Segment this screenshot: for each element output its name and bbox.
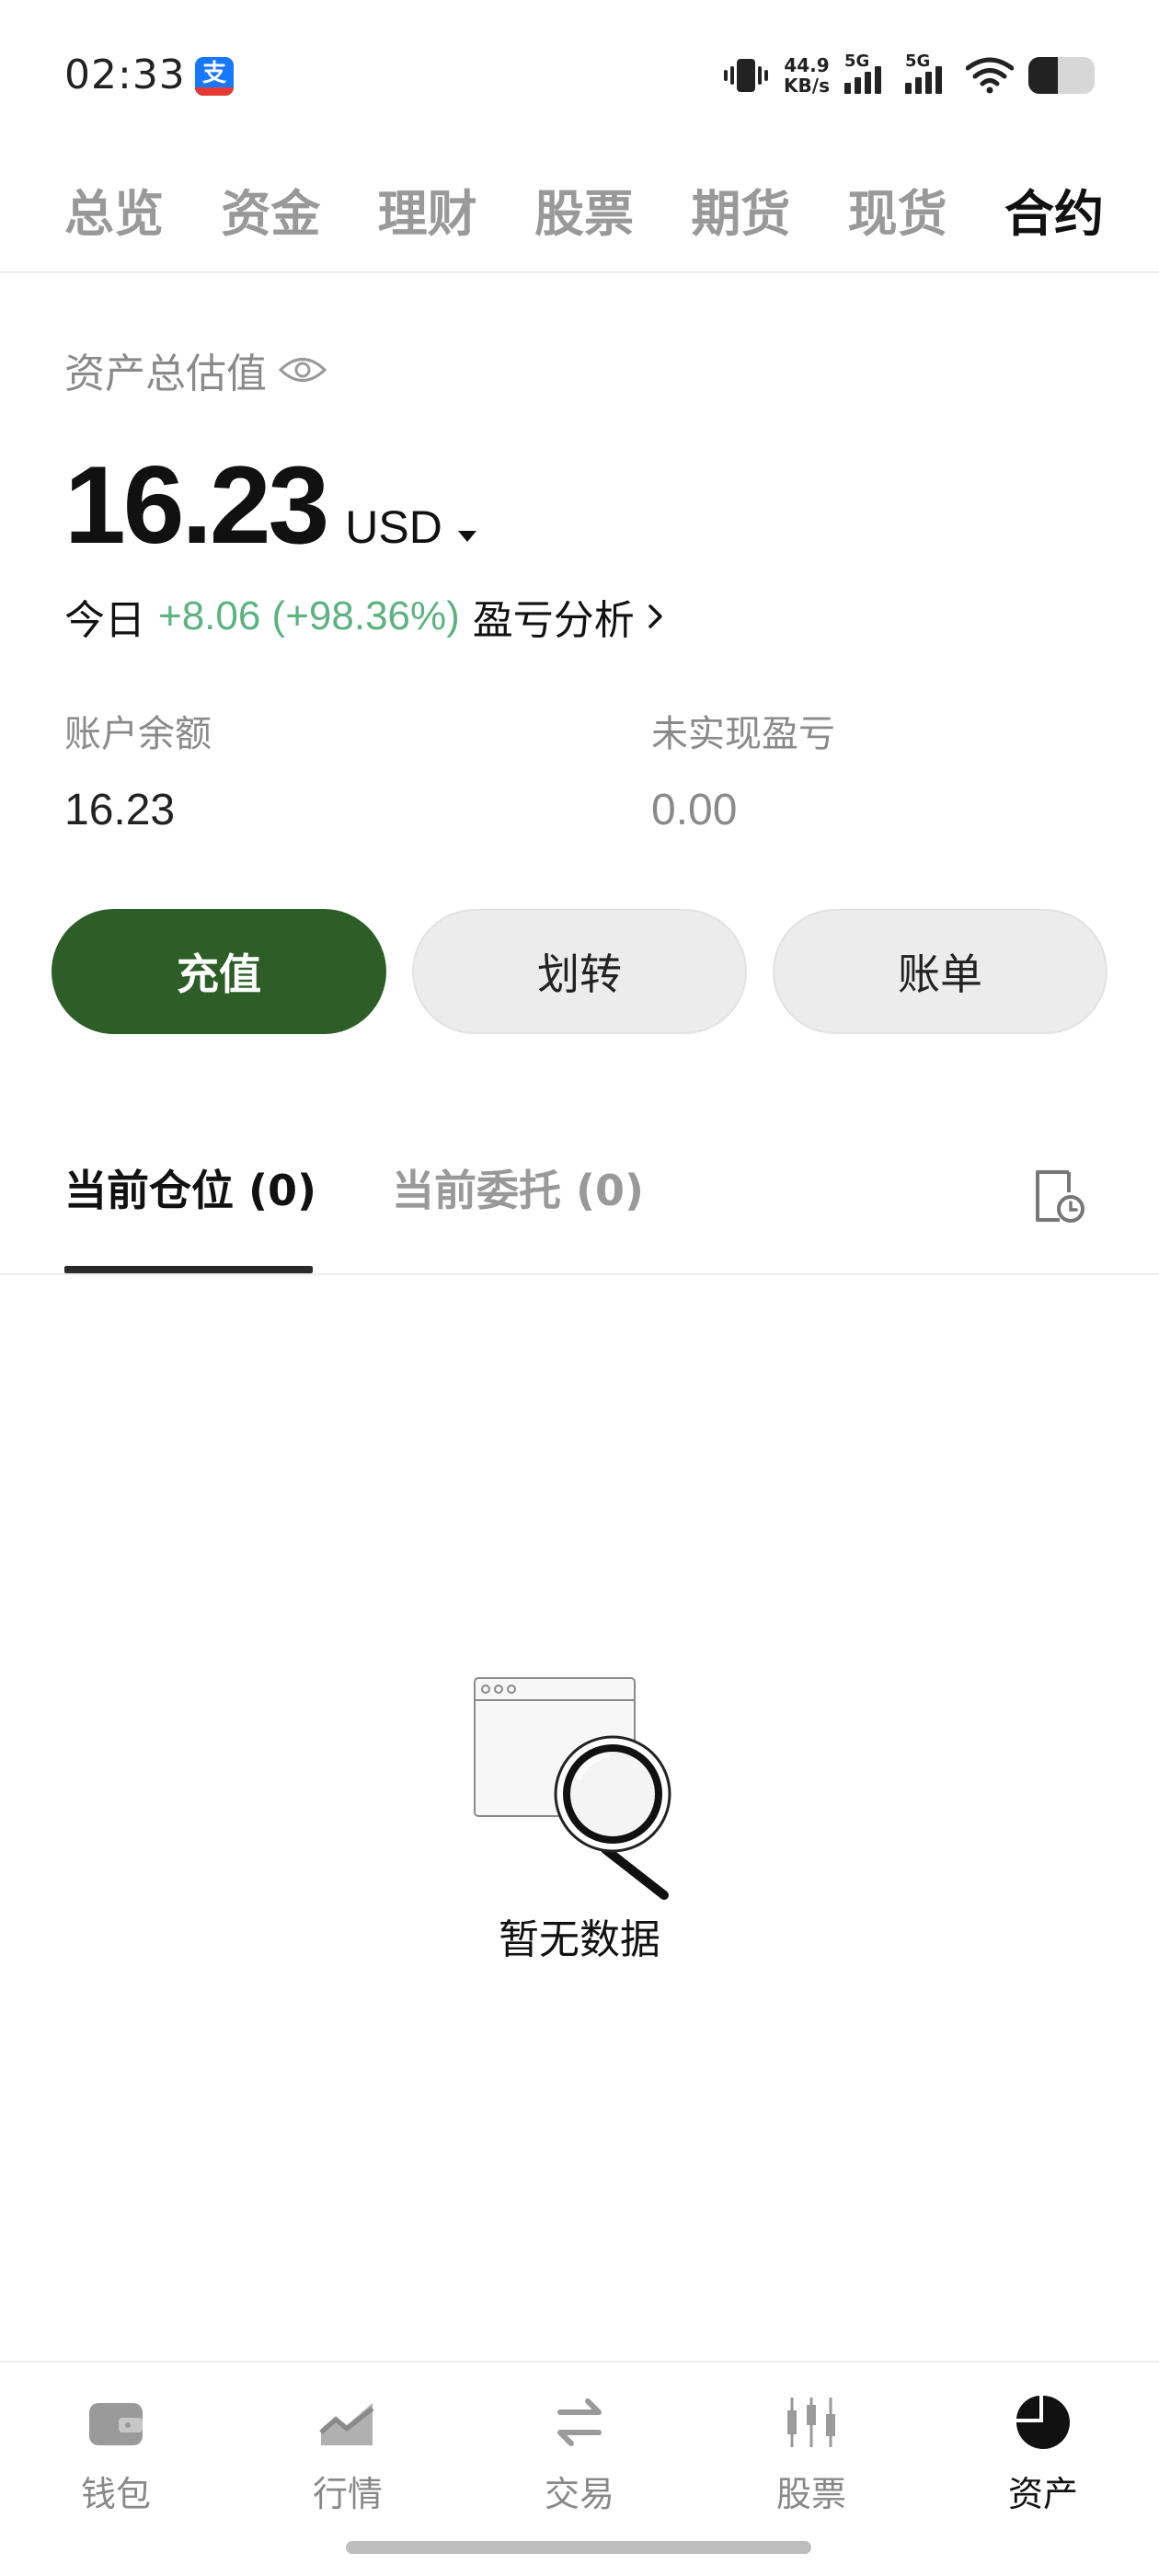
today-pnl-row[interactable]: 今日 +8.06 (+98.36%) 盈亏分析	[64, 587, 664, 646]
status-indicators: 44.9 KB/s 5G 5G	[723, 48, 1095, 103]
today-change: +8.06 (+98.36%)	[158, 593, 460, 638]
candlestick-icon	[787, 2398, 835, 2447]
caret-down-icon[interactable]	[457, 530, 477, 543]
tab-current-positions[interactable]: 当前仓位 (0)	[64, 1157, 316, 1218]
total-value: 16.23	[64, 443, 329, 567]
wallet-icon	[89, 2403, 143, 2445]
pie-chart-icon	[1016, 2396, 1070, 2449]
total-asset-label: 资产总估值	[64, 340, 327, 399]
history-icon[interactable]	[1032, 1167, 1087, 1225]
tab-current-orders[interactable]: 当前委托 (0)	[392, 1157, 644, 1218]
status-bar: 02:33 支 44.9 KB/s 5G 5G	[0, 0, 1159, 138]
account-tabs: 总览 资金 理财 股票 期货 现货 合约	[64, 173, 1104, 246]
nav-market[interactable]: 行情	[256, 2390, 440, 2516]
tab-wealth[interactable]: 理财	[378, 173, 477, 246]
contract-assets-screen: 02:33 支 44.9 KB/s 5G 5G 总览 资金 理财 股票 期货 现…	[0, 0, 1159, 2576]
active-tab-indicator	[64, 1266, 313, 1273]
signal-icon-1: 5G	[844, 52, 890, 94]
bill-button[interactable]: 账单	[773, 909, 1107, 1034]
tab-funds[interactable]: 资金	[221, 173, 320, 246]
tab-futures[interactable]: 期货	[691, 173, 790, 246]
nav-trade[interactable]: 交易	[488, 2390, 671, 2516]
divider	[0, 271, 1159, 273]
empty-state-text: 暂无数据	[499, 1916, 660, 1963]
tab-spot[interactable]: 现货	[848, 173, 947, 246]
unrealized-pnl: 未实现盈亏 0.00	[651, 713, 835, 834]
empty-search-illustration	[474, 1677, 671, 1900]
tab-contract[interactable]: 合约	[1004, 173, 1104, 246]
tab-overview[interactable]: 总览	[64, 173, 164, 246]
vibrate-icon	[724, 59, 769, 92]
transfer-button[interactable]: 划转	[412, 909, 747, 1034]
eye-icon[interactable]	[278, 354, 327, 385]
tab-stocks[interactable]: 股票	[534, 173, 634, 246]
total-asset-value[interactable]: 16.23 USD	[64, 442, 477, 569]
home-indicator[interactable]	[346, 2541, 811, 2554]
today-label: 今日	[64, 597, 145, 644]
currency-selector[interactable]: USD	[345, 500, 442, 554]
nav-wallet[interactable]: 钱包	[24, 2390, 208, 2516]
battery-icon	[1028, 57, 1095, 94]
network-speed: 44.9 KB/s	[784, 54, 830, 97]
account-balance: 账户余额 16.23	[64, 713, 212, 834]
signal-icon-2: 5G	[905, 52, 951, 94]
wifi-icon	[966, 57, 1014, 94]
swap-arrows-icon	[557, 2398, 602, 2446]
nav-stocks[interactable]: 股票	[719, 2390, 903, 2516]
alipay-icon: 支	[195, 57, 234, 96]
nav-assets[interactable]: 资产	[951, 2390, 1135, 2516]
market-chart-icon	[319, 2403, 374, 2445]
clock: 02:33	[64, 52, 186, 98]
deposit-button[interactable]: 充值	[52, 909, 386, 1034]
chevron-right-icon[interactable]	[648, 603, 664, 630]
pnl-analysis-link[interactable]: 盈亏分析	[473, 587, 635, 646]
divider	[0, 1273, 1159, 1275]
